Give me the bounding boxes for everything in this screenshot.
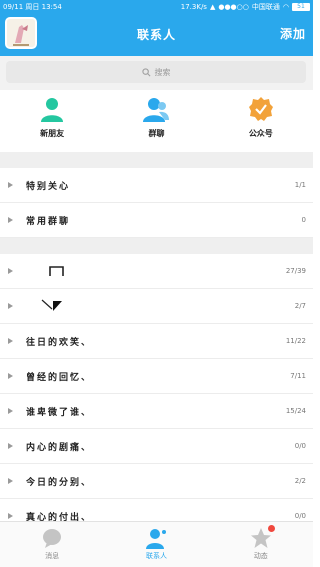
group-name: 特别关心 xyxy=(26,181,71,192)
list-item[interactable]: 曾经的回忆、 7/11 xyxy=(0,359,313,394)
expand-arrow-icon xyxy=(8,408,13,414)
search-input[interactable]: 搜索 xyxy=(6,61,306,83)
shortcut-row: 新朋友 群聊 公众号 xyxy=(0,90,313,152)
list-item[interactable]: 谁卑微了谁、 15/24 xyxy=(0,394,313,429)
list-item[interactable]: 内心的剧痛、 0/0 xyxy=(0,429,313,464)
search-icon xyxy=(141,67,150,76)
list-item[interactable]: 2/7 xyxy=(0,289,313,324)
group-count: 2/7 xyxy=(294,302,306,310)
status-datetime: 09/11 周日 13:54 xyxy=(3,3,62,11)
battery-icon: 51 xyxy=(292,3,310,11)
symbol-group-name-icon xyxy=(41,299,62,311)
group-icon xyxy=(143,98,170,122)
group-name: 常用群聊 xyxy=(26,216,71,227)
group-count: 0 xyxy=(301,216,306,224)
divider xyxy=(0,152,313,168)
expand-arrow-icon xyxy=(8,268,13,274)
tab-messages-label: 消息 xyxy=(45,552,60,560)
group-count: 11/22 xyxy=(285,337,306,345)
carrier-name: 中国联通 xyxy=(251,3,280,11)
group-name: 内心的剧痛、 xyxy=(26,442,93,453)
group-count: 1/1 xyxy=(294,181,306,189)
group-chat-button[interactable]: 群聊 xyxy=(104,90,208,152)
divider xyxy=(0,238,313,254)
group-name: 谁卑微了谁、 xyxy=(26,407,93,418)
group-name: 今日的分别、 xyxy=(26,477,93,488)
page-title: 联系人 xyxy=(136,28,176,42)
tab-moments-label: 动态 xyxy=(253,552,268,560)
expand-arrow-icon xyxy=(8,303,13,309)
tab-moments[interactable]: 动态 xyxy=(209,522,313,567)
tab-messages[interactable]: 消息 xyxy=(0,522,104,567)
new-friends-button[interactable]: 新朋友 xyxy=(0,90,104,152)
signal-dots-icon: ●●●○○ xyxy=(218,3,249,11)
public-accounts-label: 公众号 xyxy=(248,129,273,138)
status-bar: 09/11 周日 13:54 17.3K/s ▲ ●●●○○ 中国联通 ◠ 51 xyxy=(0,0,313,14)
app-header: 联系人 添加 xyxy=(0,14,313,56)
group-count: 15/24 xyxy=(285,407,306,415)
search-bar: 搜索 xyxy=(0,56,313,90)
add-button[interactable]: 添加 xyxy=(280,25,306,42)
expand-arrow-icon xyxy=(8,478,13,484)
group-name: 往日的欢笑、 xyxy=(26,337,93,348)
tab-contacts[interactable]: 联系人 xyxy=(104,522,208,567)
list-item[interactable]: 特别关心 1/1 xyxy=(0,168,313,203)
notification-dot xyxy=(267,525,275,532)
search-placeholder: 搜索 xyxy=(154,67,171,77)
list-item[interactable]: 今日的分别、 2/2 xyxy=(0,464,313,499)
group-count: 7/11 xyxy=(290,372,306,380)
expand-arrow-icon xyxy=(8,513,13,519)
wifi-icon: ◠ xyxy=(282,3,289,11)
new-friends-label: 新朋友 xyxy=(40,129,65,138)
notification-icon: ▲ xyxy=(209,3,216,11)
expand-arrow-icon xyxy=(8,443,13,449)
group-count: 27/39 xyxy=(285,267,306,275)
person-icon xyxy=(41,98,64,122)
expand-arrow-icon xyxy=(8,217,13,223)
group-chat-label: 群聊 xyxy=(148,129,165,138)
symbol-group-name-icon xyxy=(49,266,64,276)
group-count: 2/2 xyxy=(294,477,306,485)
list-item[interactable]: 27/39 xyxy=(0,254,313,289)
badge-check-icon xyxy=(248,97,273,121)
public-accounts-button[interactable]: 公众号 xyxy=(209,90,313,152)
list-item[interactable]: 往日的欢笑、 11/22 xyxy=(0,324,313,359)
group-name xyxy=(26,264,286,278)
group-name: 曾经的回忆、 xyxy=(26,372,93,383)
group-name xyxy=(26,299,295,313)
network-speed: 17.3K/s xyxy=(180,3,207,11)
bottom-tab-bar: 消息 联系人 动态 xyxy=(0,521,313,567)
contacts-icon xyxy=(146,529,167,549)
expand-arrow-icon xyxy=(8,182,13,188)
group-count: 0/0 xyxy=(294,512,306,520)
expand-arrow-icon xyxy=(8,373,13,379)
chat-bubble-icon xyxy=(43,529,62,548)
expand-arrow-icon xyxy=(8,338,13,344)
group-count: 0/0 xyxy=(294,442,306,450)
list-item[interactable]: 常用群聊 0 xyxy=(0,203,313,238)
tab-contacts-label: 联系人 xyxy=(145,552,167,560)
